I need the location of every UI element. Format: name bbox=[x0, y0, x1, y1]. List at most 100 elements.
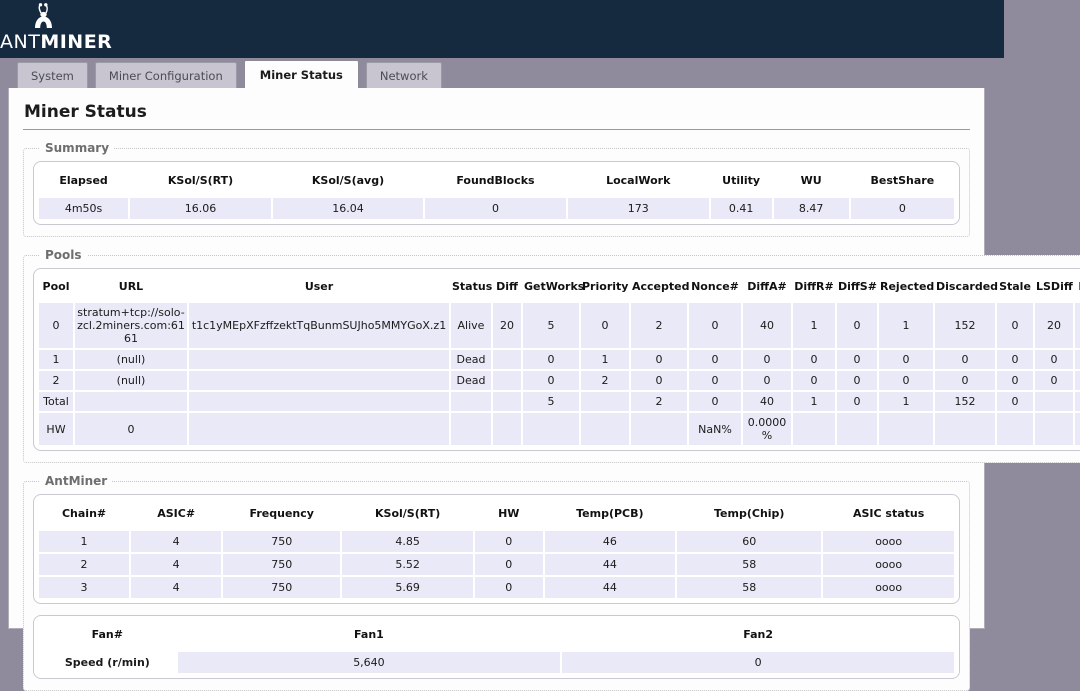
tab-network[interactable]: Network bbox=[366, 62, 442, 88]
table-cell: 0 bbox=[1035, 371, 1073, 390]
table-cell: 152 bbox=[935, 392, 995, 411]
table-cell bbox=[879, 413, 933, 445]
table-cell: Speed (r/min) bbox=[39, 652, 176, 673]
table-cell: 2 bbox=[581, 371, 629, 390]
table-cell: 0 bbox=[581, 303, 629, 348]
column-header: URL bbox=[75, 274, 187, 301]
table-cell bbox=[1035, 392, 1073, 411]
column-header: BestShare bbox=[851, 167, 954, 196]
table-cell: 0 bbox=[562, 652, 954, 673]
summary-section: Summary ElapsedKSol/S(RT)KSol/S(avg)Foun… bbox=[23, 141, 970, 237]
table-cell: Dead bbox=[451, 371, 491, 390]
table-cell: 40 bbox=[743, 392, 791, 411]
column-header: DiffS# bbox=[837, 274, 877, 301]
table-cell bbox=[493, 350, 521, 369]
column-header: HW bbox=[475, 500, 543, 529]
table-row: 347505.6904458oooo bbox=[39, 577, 954, 598]
pools-legend: Pools bbox=[40, 248, 87, 262]
table-cell: 0 bbox=[475, 554, 543, 575]
table-cell: 173 bbox=[568, 198, 709, 219]
table-cell: 0 bbox=[935, 350, 995, 369]
table-cell: 3 bbox=[39, 577, 129, 598]
table-cell bbox=[837, 413, 877, 445]
table-cell: 0 bbox=[743, 350, 791, 369]
tab-system[interactable]: System bbox=[17, 62, 88, 88]
tab-miner-status[interactable]: Miner Status bbox=[244, 60, 359, 88]
table-cell: 0 bbox=[997, 371, 1033, 390]
table-cell: 0 bbox=[1075, 350, 1080, 369]
table-cell bbox=[493, 413, 521, 445]
table-cell: 0 bbox=[1075, 371, 1080, 390]
table-cell: 0 bbox=[997, 350, 1033, 369]
table-cell: t1c1yMEpXFzffzektTqBunmSUJho5MMYGoX.z1 bbox=[189, 303, 449, 348]
table-cell: 750 bbox=[223, 554, 340, 575]
table-cell bbox=[1075, 392, 1080, 411]
summary-table: ElapsedKSol/S(RT)KSol/S(avg)FoundBlocksL… bbox=[37, 165, 956, 221]
table-cell: 2 bbox=[39, 371, 73, 390]
table-cell: 0 bbox=[879, 350, 933, 369]
column-header: Elapsed bbox=[39, 167, 128, 196]
pools-body: 0stratum+tcp://solo-zcl.2miners.com:6161… bbox=[39, 303, 1080, 445]
antminer-legend: AntMiner bbox=[40, 474, 112, 488]
table-cell: 0 bbox=[475, 531, 543, 552]
table-cell: oooo bbox=[823, 577, 954, 598]
fan-body: Speed (r/min)5,6400 bbox=[39, 652, 954, 673]
table-cell: 44 bbox=[545, 577, 676, 598]
table-cell bbox=[631, 413, 687, 445]
table-cell: 5,640 bbox=[178, 652, 561, 673]
table-cell: 0 bbox=[1035, 350, 1073, 369]
table-cell: 0 bbox=[523, 350, 579, 369]
summary-table-wrap: ElapsedKSol/S(RT)KSol/S(avg)FoundBlocksL… bbox=[33, 161, 960, 225]
column-header: LSTime bbox=[1075, 274, 1080, 301]
column-header: DiffA# bbox=[743, 274, 791, 301]
pools-header-row: PoolURLUserStatusDiffGetWorksPriorityAcc… bbox=[39, 274, 1080, 301]
table-cell bbox=[75, 392, 187, 411]
table-cell: 750 bbox=[223, 531, 340, 552]
table-cell: 2 bbox=[631, 303, 687, 348]
table-cell bbox=[581, 413, 629, 445]
column-header: FoundBlocks bbox=[425, 167, 566, 196]
column-header: KSol/S(RT) bbox=[130, 167, 271, 196]
table-row: Total520401011520 bbox=[39, 392, 1080, 411]
table-cell: Alive bbox=[451, 303, 491, 348]
table-cell: 0 bbox=[523, 371, 579, 390]
column-header: Fan2 bbox=[562, 621, 954, 650]
table-cell bbox=[1035, 413, 1073, 445]
table-cell: 0 bbox=[743, 371, 791, 390]
table-cell: 40 bbox=[743, 303, 791, 348]
column-header: Accepted bbox=[631, 274, 687, 301]
ant-icon bbox=[29, 3, 59, 33]
table-cell: 0 bbox=[997, 392, 1033, 411]
fan-table: Fan#Fan1Fan2 Speed (r/min)5,6400 bbox=[37, 619, 956, 675]
table-cell: 0 bbox=[935, 371, 995, 390]
column-header: ASIC status bbox=[823, 500, 954, 529]
table-cell bbox=[523, 413, 579, 445]
table-cell: 0 bbox=[851, 198, 954, 219]
table-cell: 0 bbox=[793, 371, 835, 390]
tab-miner-configuration[interactable]: Miner Configuration bbox=[95, 62, 237, 88]
summary-header-row: ElapsedKSol/S(RT)KSol/S(avg)FoundBlocksL… bbox=[39, 167, 954, 196]
table-cell: 8.47 bbox=[774, 198, 849, 219]
tab-bar: System Miner Configuration Miner Status … bbox=[0, 58, 1004, 88]
column-header: Status bbox=[451, 274, 491, 301]
pools-table-wrap: PoolURLUserStatusDiffGetWorksPriorityAcc… bbox=[33, 268, 1080, 451]
table-cell: 20 bbox=[493, 303, 521, 348]
table-cell: 1 bbox=[879, 303, 933, 348]
table-cell: oooo bbox=[823, 531, 954, 552]
table-row: 2(null)Dead020000000000 bbox=[39, 371, 1080, 390]
table-cell: 2 bbox=[39, 554, 129, 575]
table-cell bbox=[451, 392, 491, 411]
antminer-section: AntMiner Chain#ASIC#FrequencyKSol/S(RT)H… bbox=[23, 474, 970, 691]
table-cell bbox=[189, 350, 449, 369]
table-cell: Dead bbox=[451, 350, 491, 369]
column-header: LocalWork bbox=[568, 167, 709, 196]
table-cell bbox=[189, 371, 449, 390]
table-cell: 1 bbox=[39, 531, 129, 552]
table-cell: NaN% bbox=[689, 413, 741, 445]
column-header: Discarded bbox=[935, 274, 995, 301]
column-header: Fan# bbox=[39, 621, 176, 650]
table-cell bbox=[793, 413, 835, 445]
table-cell: 0 bbox=[39, 303, 73, 348]
brand-suffix: MINER bbox=[40, 31, 112, 53]
table-cell: 60 bbox=[677, 531, 821, 552]
